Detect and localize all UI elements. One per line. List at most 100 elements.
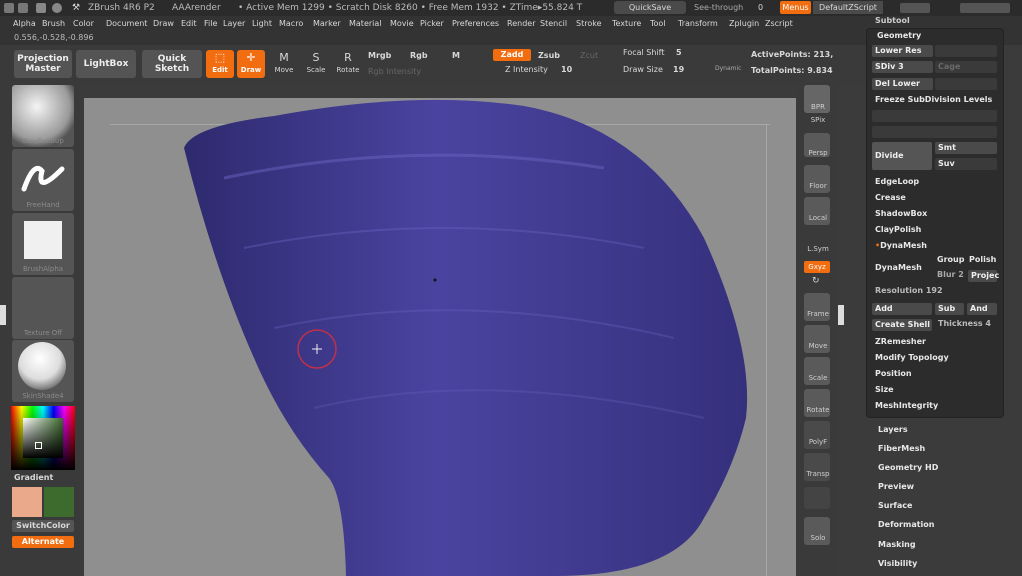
bpr-button[interactable]: BPR [804, 85, 830, 113]
menu-alpha[interactable]: Alpha [13, 16, 36, 31]
edit-mode-button[interactable]: ⬚ Edit [206, 50, 234, 78]
zsub-button[interactable]: Zsub [538, 51, 560, 60]
projection-master-button[interactable]: Projection Master [14, 50, 72, 78]
ghost-button[interactable] [804, 487, 830, 509]
menu-movie[interactable]: Movie [390, 16, 414, 31]
project-toggle[interactable]: Projec [968, 270, 999, 282]
del-higher-button[interactable] [935, 78, 997, 90]
document-canvas[interactable] [84, 98, 796, 576]
lower-res-button[interactable]: Lower Res [872, 45, 933, 57]
rotate-mode-button[interactable]: R Rotate [334, 50, 362, 78]
size-section[interactable]: Size [875, 385, 894, 394]
mesh-viewport[interactable] [84, 98, 796, 576]
gradient-label[interactable]: Gradient [14, 473, 53, 482]
z-intensity-label[interactable]: Z Intensity [505, 65, 548, 74]
close-icon[interactable] [36, 3, 46, 13]
blur-slider[interactable]: Blur 2 [937, 270, 964, 279]
draw-size-label[interactable]: Draw Size [623, 65, 663, 74]
quicksave-button[interactable]: QuickSave [614, 1, 686, 14]
menu-preferences[interactable]: Preferences [452, 16, 499, 31]
floor-button[interactable]: Floor [804, 165, 830, 193]
right-tray-toggle-icon[interactable] [838, 305, 844, 325]
rgb-intensity-slider[interactable]: Rgb Intensity [368, 67, 421, 76]
divide-button[interactable]: Divide [872, 142, 932, 170]
local-button[interactable]: Local [804, 197, 830, 225]
polyframe-button[interactable]: PolyF [804, 421, 830, 449]
menu-material[interactable]: Material [349, 16, 382, 31]
suv-toggle[interactable]: Suv [935, 158, 997, 170]
higher-res-button[interactable] [935, 45, 997, 57]
scale-view-button[interactable]: Scale [804, 357, 830, 385]
layout-buttons[interactable] [900, 3, 930, 13]
menu-texture[interactable]: Texture [612, 16, 641, 31]
visibility-section[interactable]: Visibility [878, 559, 917, 568]
color-picker[interactable] [11, 406, 75, 470]
thickness-slider[interactable]: Thickness 4 [938, 319, 991, 328]
shadowbox-section[interactable]: ShadowBox [875, 209, 927, 218]
menu-render[interactable]: Render [507, 16, 535, 31]
secondary-color-swatch[interactable] [44, 487, 74, 517]
layers-section[interactable]: Layers [878, 425, 908, 434]
smt-toggle[interactable]: Smt [935, 142, 997, 154]
circle-icon[interactable] [52, 3, 62, 13]
deformation-section[interactable]: Deformation [878, 520, 934, 529]
resolution-slider[interactable]: Resolution 192 [875, 286, 943, 295]
geometry-header[interactable]: Geometry [877, 31, 921, 40]
frame-button[interactable]: Frame [804, 293, 830, 321]
menu-macro[interactable]: Macro [279, 16, 303, 31]
menu-marker[interactable]: Marker [313, 16, 341, 31]
dynamesh-model[interactable] [184, 99, 748, 576]
create-shell-button[interactable]: Create Shell [872, 319, 932, 331]
mrgb-button[interactable]: Mrgb [368, 51, 391, 60]
scale-mode-button[interactable]: S Scale [302, 50, 330, 78]
xyz-button[interactable]: Gxyz [804, 261, 830, 273]
crease-section[interactable]: Crease [875, 193, 906, 202]
menu-stroke[interactable]: Stroke [576, 16, 602, 31]
zadd-button[interactable]: Zadd [493, 49, 531, 61]
dynamesh-section[interactable]: •DynaMesh [875, 241, 927, 250]
and-button[interactable]: And [967, 303, 997, 315]
lsym-button[interactable]: L.Sym [798, 245, 838, 253]
menu-stencil[interactable]: Stencil [540, 16, 567, 31]
surface-section[interactable]: Surface [878, 501, 912, 510]
switch-color-button[interactable]: SwitchColor [12, 520, 74, 532]
edgeloop-section[interactable]: EdgeLoop [875, 177, 919, 186]
app-menu-icon[interactable] [4, 3, 14, 13]
draw-mode-button[interactable]: ✛ Draw [237, 50, 265, 78]
default-zscript-button[interactable]: DefaultZScript [813, 1, 883, 14]
primary-color-swatch[interactable] [12, 487, 42, 517]
position-section[interactable]: Position [875, 369, 912, 378]
lightbox-button[interactable]: LightBox [76, 50, 136, 78]
masking-section[interactable]: Masking [878, 540, 916, 549]
menu-light[interactable]: Light [252, 16, 272, 31]
alternate-button[interactable]: Alternate [12, 536, 74, 548]
fibermesh-section[interactable]: FiberMesh [878, 444, 925, 453]
window-icon[interactable] [18, 3, 28, 13]
convert-bpr-button[interactable] [872, 126, 997, 138]
menu-picker[interactable]: Picker [420, 16, 444, 31]
color-square[interactable] [23, 418, 63, 458]
focal-shift-label[interactable]: Focal Shift [623, 48, 664, 57]
dynamic-toggle[interactable]: Dynamic [715, 65, 741, 72]
polish-toggle[interactable]: Polish [969, 255, 996, 264]
move-view-button[interactable]: Move [804, 325, 830, 353]
rotate-view-button[interactable]: Rotate [804, 389, 830, 417]
sdiv-slider[interactable]: SDiv 3 [872, 61, 933, 73]
menu-layer[interactable]: Layer [223, 16, 245, 31]
menus-button[interactable]: Menus [780, 1, 811, 14]
preview-section[interactable]: Preview [878, 482, 914, 491]
menu-color[interactable]: Color [73, 16, 94, 31]
spix-label[interactable]: SPix [798, 116, 838, 124]
group-toggle[interactable]: Group [937, 255, 964, 264]
window-controls[interactable] [960, 3, 1010, 13]
geometry-hd-section[interactable]: Geometry HD [878, 463, 938, 472]
solo-button[interactable]: Solo [804, 517, 830, 545]
left-tray-toggle-icon[interactable] [0, 305, 6, 325]
menu-transform[interactable]: Transform [678, 16, 718, 31]
del-lower-button[interactable]: Del Lower [872, 78, 933, 90]
sub-button[interactable]: Sub [935, 303, 964, 315]
reconstruct-subdiv-button[interactable] [872, 110, 997, 122]
m-button[interactable]: M [452, 51, 460, 60]
dynamesh-button[interactable]: DynaMesh [875, 263, 922, 272]
meshintegrity-section[interactable]: MeshIntegrity [875, 401, 938, 410]
